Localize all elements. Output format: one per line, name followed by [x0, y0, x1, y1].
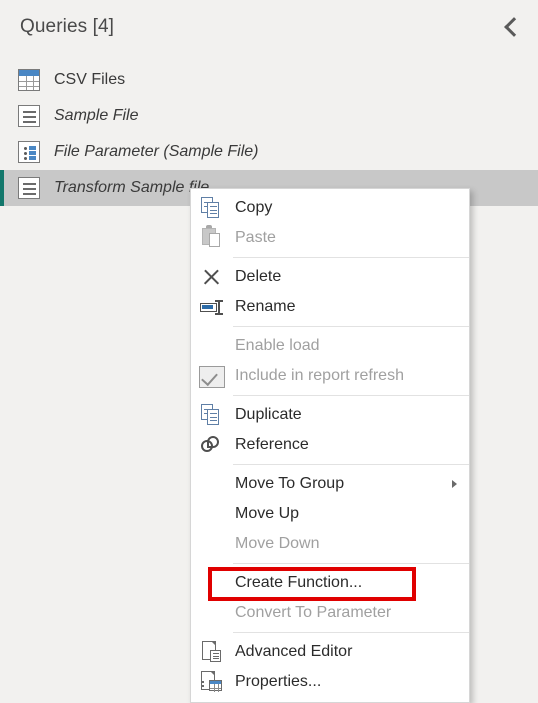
context-menu-item-label: Advanced Editor — [235, 643, 353, 660]
query-list-item-label: File Parameter (Sample File) — [54, 143, 259, 160]
context-menu-item-label: Copy — [235, 199, 273, 216]
query-list-item-label: Transform Sample file — [54, 179, 210, 196]
table-icon — [18, 69, 40, 91]
reference-link-icon — [199, 432, 225, 458]
parameter-icon — [18, 141, 40, 163]
context-menu-item[interactable]: Delete — [191, 262, 469, 292]
context-menu-item-label: Convert To Parameter — [235, 604, 392, 621]
context-menu-item-label: Rename — [235, 298, 296, 315]
context-menu-item-label: Duplicate — [235, 406, 302, 423]
context-menu-item[interactable]: Properties... — [191, 667, 469, 697]
menu-separator — [233, 257, 469, 258]
context-menu-item[interactable]: Copy — [191, 193, 469, 223]
context-menu-item-label: Move Up — [235, 505, 300, 522]
collapse-pane-button[interactable] — [494, 10, 530, 44]
lines-doc-icon — [18, 105, 40, 127]
context-menu-item-label: Properties... — [235, 673, 322, 690]
context-menu-item-label: Paste — [235, 229, 276, 246]
query-context-menu: Copy Paste Delete Rename Enable load Include … — [190, 188, 470, 703]
context-menu-item[interactable]: Advanced Editor — [191, 637, 469, 667]
context-menu-item-label: Enable load — [235, 337, 320, 354]
context-menu-item: Convert To Parameter — [191, 598, 469, 628]
menu-separator — [233, 632, 469, 633]
properties-icon — [199, 669, 225, 695]
page-title: Queries [4] — [20, 16, 115, 37]
query-list-item[interactable]: Sample File — [0, 98, 538, 134]
context-menu-item-label: Reference — [235, 436, 309, 453]
copy-icon — [199, 195, 225, 221]
queries-pane-header: Queries [4] — [0, 0, 538, 58]
advanced-editor-icon — [199, 639, 225, 665]
context-menu-item-label: Move To Group — [235, 475, 345, 492]
context-menu-item[interactable]: Rename — [191, 292, 469, 322]
chevron-right-icon — [452, 480, 457, 488]
lines-doc-icon — [18, 177, 40, 199]
menu-separator — [233, 395, 469, 396]
context-menu-item[interactable]: Create Function... — [191, 567, 469, 601]
context-menu-item: Paste — [191, 223, 469, 253]
query-list-item[interactable]: CSV Files — [0, 62, 538, 98]
context-menu-item-label: Include in report refresh — [235, 367, 404, 384]
menu-separator — [233, 563, 469, 564]
context-menu-item-label: Delete — [235, 268, 282, 285]
chevron-left-icon — [504, 17, 524, 37]
no-icon — [199, 333, 225, 359]
checkbox-checked-icon — [199, 366, 225, 388]
context-menu-item-label: Move Down — [235, 535, 320, 552]
paste-icon — [199, 225, 225, 251]
menu-separator — [233, 326, 469, 327]
context-menu-item[interactable]: Move To Group — [191, 469, 469, 499]
rename-icon — [199, 294, 225, 320]
context-menu-item[interactable]: Duplicate — [191, 400, 469, 430]
query-list-item-label: Sample File — [54, 107, 139, 124]
duplicate-icon — [199, 402, 225, 428]
context-menu-item: Include in report refresh — [191, 361, 469, 391]
menu-separator — [233, 464, 469, 465]
context-menu-item: Enable load — [191, 331, 469, 361]
context-menu-item[interactable]: Move Up — [191, 499, 469, 529]
no-icon — [199, 531, 225, 557]
context-menu-item: Move Down — [191, 529, 469, 559]
query-list-item[interactable]: File Parameter (Sample File) — [0, 134, 538, 170]
query-list: CSV Files Sample File File Parameter (Samp… — [0, 62, 538, 206]
query-list-item-label: CSV Files — [54, 71, 126, 88]
no-icon — [199, 471, 225, 497]
context-menu-item[interactable]: Reference — [191, 430, 469, 460]
no-icon — [199, 501, 225, 527]
context-menu-item-label: Create Function... — [235, 574, 363, 591]
no-icon — [199, 600, 225, 626]
no-icon — [199, 570, 225, 596]
delete-x-icon — [199, 264, 225, 290]
